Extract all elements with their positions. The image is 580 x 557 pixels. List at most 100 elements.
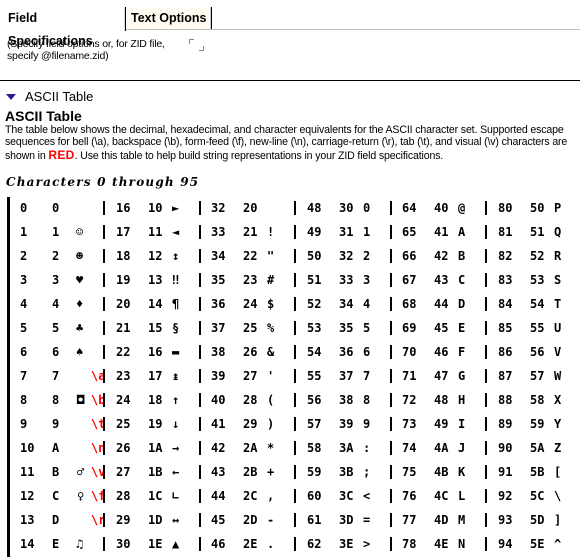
char-glyph: ] xyxy=(554,513,562,527)
column-separator xyxy=(294,489,296,503)
tab-text-options[interactable]: Text Options xyxy=(127,7,211,30)
hex-value: 7 xyxy=(52,369,60,383)
decimal-value: 52 xyxy=(307,297,322,311)
table-row: 13 D \r 29 1D ↔ 45 2D -61 3D = 77 4D M 93 5D] xyxy=(0,509,580,533)
hex-value: 44 xyxy=(434,297,449,311)
hex-value: 12 xyxy=(148,249,163,263)
char-glyph: ^ xyxy=(554,537,562,551)
hex-value: 34 xyxy=(339,297,354,311)
char-glyph: P xyxy=(554,201,562,215)
char-glyph: N xyxy=(458,537,466,551)
char-glyph: G xyxy=(458,369,466,383)
hex-value: 54 xyxy=(530,297,545,311)
column-separator xyxy=(103,369,105,383)
column-separator xyxy=(485,537,487,551)
decimal-value: 64 xyxy=(402,201,417,215)
decimal-value: 71 xyxy=(402,369,417,383)
hex-value: 49 xyxy=(434,417,449,431)
char-glyph: ♦ xyxy=(76,297,84,311)
column-separator xyxy=(390,345,392,359)
decimal-value: 36 xyxy=(211,297,226,311)
char-glyph: § xyxy=(172,321,180,335)
hex-value: 4A xyxy=(434,441,449,455)
hex-value: 2 xyxy=(52,249,60,263)
char-glyph: + xyxy=(267,465,275,479)
hex-value: 4C xyxy=(434,489,449,503)
column-separator xyxy=(294,273,296,287)
decimal-value: 53 xyxy=(307,321,322,335)
tab-divider xyxy=(125,7,126,31)
hex-value: C xyxy=(52,489,60,503)
decimal-value: 43 xyxy=(211,465,226,479)
column-separator xyxy=(485,249,487,263)
column-separator xyxy=(103,249,105,263)
hex-value: 16 xyxy=(148,345,163,359)
char-glyph: ↨ xyxy=(172,369,180,383)
decimal-value: 14 xyxy=(20,537,35,551)
decimal-value: 1 xyxy=(20,225,28,239)
char-glyph: " xyxy=(267,249,275,263)
char-glyph: 9 xyxy=(363,417,371,431)
decimal-value: 51 xyxy=(307,273,322,287)
tab-field-specifications[interactable]: Field Specifications xyxy=(4,7,125,48)
hex-value: 2B xyxy=(243,465,258,479)
decimal-value: 30 xyxy=(116,537,131,551)
char-glyph: ' xyxy=(267,369,275,383)
hint-line-2: specify @filename.zid) xyxy=(7,50,109,62)
column-separator xyxy=(103,345,105,359)
char-glyph: > xyxy=(363,537,371,551)
decimal-value: 59 xyxy=(307,465,322,479)
decimal-value: 28 xyxy=(116,489,131,503)
hex-value: 9 xyxy=(52,417,60,431)
hex-value: 47 xyxy=(434,369,449,383)
ascii-table-heading: ASCII Table xyxy=(5,108,82,124)
hex-value: 10 xyxy=(148,201,163,215)
hex-value: 58 xyxy=(530,393,545,407)
table-row: 5 5 ♣ 21 15 § 37 25% 53 35 5 69 45 E 85 55 U xyxy=(0,317,580,341)
char-glyph: Y xyxy=(554,417,562,431)
table-row: 2 2 ☻ 18 12 ↕ 34 22 " 50 32 2 66 42 B 82 52 R xyxy=(0,245,580,269)
decimal-value: 0 xyxy=(20,201,28,215)
char-glyph: 2 xyxy=(363,249,371,263)
hex-value: 53 xyxy=(530,273,545,287)
char-glyph: Q xyxy=(554,225,562,239)
column-separator xyxy=(103,393,105,407)
char-glyph: : xyxy=(363,441,371,455)
column-separator xyxy=(390,513,392,527)
hex-value: 21 xyxy=(243,225,258,239)
ascii-table-description: The table below shows the decimal, hexad… xyxy=(5,124,577,162)
table-row: 7 7 \a 23 17 ↨ 39 27 ' 55 37 7 71 47 G 87 57 W xyxy=(0,365,580,389)
table-row: 9 9 \t 25 19 ↓ 41 29) 57 39 9 73 49 I 89 59 Y xyxy=(0,413,580,437)
char-glyph: T xyxy=(554,297,562,311)
char-glyph: L xyxy=(458,489,466,503)
column-separator xyxy=(294,249,296,263)
char-glyph: 6 xyxy=(363,345,371,359)
column-separator xyxy=(199,537,201,551)
column-separator xyxy=(485,489,487,503)
hex-value: 48 xyxy=(434,393,449,407)
char-glyph: ∟ xyxy=(172,489,180,503)
hex-value: 2C xyxy=(243,489,258,503)
char-glyph: ☻ xyxy=(76,249,84,263)
decimal-value: 74 xyxy=(402,441,417,455)
ascii-table-toggle[interactable]: ASCII Table xyxy=(6,88,93,104)
column-separator xyxy=(485,273,487,287)
hex-value: 5C xyxy=(530,489,545,503)
resize-grip-icon[interactable] xyxy=(189,39,205,55)
decimal-value: 41 xyxy=(211,417,226,431)
column-separator xyxy=(294,537,296,551)
column-separator xyxy=(199,345,201,359)
decimal-value: 10 xyxy=(20,441,35,455)
decimal-value: 85 xyxy=(498,321,513,335)
column-separator xyxy=(390,489,392,503)
column-separator xyxy=(294,201,296,215)
char-glyph: 8 xyxy=(363,393,371,407)
hex-value: 11 xyxy=(148,225,163,239)
hex-value: 6 xyxy=(52,345,60,359)
char-glyph: K xyxy=(458,465,466,479)
hex-value: 26 xyxy=(243,345,258,359)
decimal-value: 84 xyxy=(498,297,513,311)
hex-value: 1E xyxy=(148,537,163,551)
column-separator xyxy=(294,441,296,455)
decimal-value: 73 xyxy=(402,417,417,431)
